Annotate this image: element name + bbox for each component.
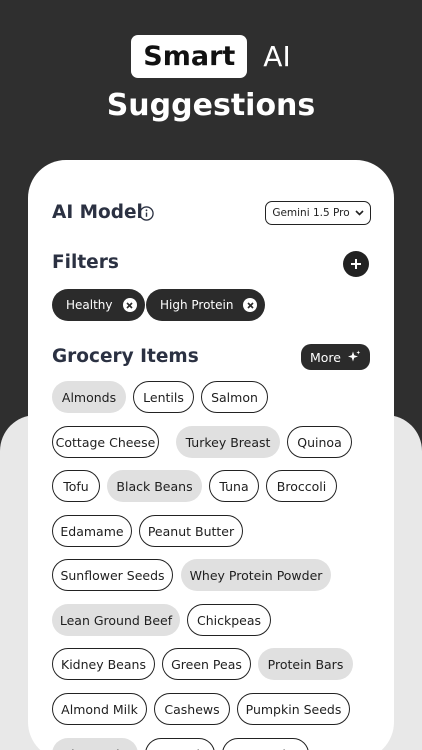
grocery-chip[interactable]: Lean Ground Beef: [52, 604, 180, 636]
grocery-chip[interactable]: Almond Milk: [52, 693, 147, 725]
grocery-chip[interactable]: Turkey Breast: [176, 426, 280, 458]
grocery-chip[interactable]: Tuna: [209, 470, 259, 502]
grocery-chip[interactable]: Black Beans: [107, 470, 202, 502]
grocery-chip[interactable]: Lentils: [133, 381, 194, 413]
grocery-chip[interactable]: Chickpeas: [187, 604, 271, 636]
grocery-chip[interactable]: Cashews: [154, 693, 230, 725]
grocery-chip[interactable]: Sunflower Seeds: [52, 559, 173, 591]
grocery-chip[interactable]: Tofu: [52, 470, 100, 502]
grocery-chip[interactable]: Green Peas: [162, 648, 251, 680]
grocery-chip[interactable]: Pumpkin Seeds: [237, 693, 350, 725]
grocery-chip-list: Almonds Lentils Salmon Cottage Cheese Tu…: [0, 0, 422, 750]
grocery-chip[interactable]: Brown Rice: [222, 738, 309, 750]
grocery-chip[interactable]: Broccoli: [266, 470, 337, 502]
grocery-chip[interactable]: Tempeh: [145, 738, 215, 750]
grocery-chip[interactable]: Salmon: [201, 381, 268, 413]
grocery-chip[interactable]: Peanut Butter: [139, 515, 243, 547]
grocery-chip[interactable]: Edamame: [52, 515, 132, 547]
grocery-chip[interactable]: Cottage Cheese: [52, 426, 159, 458]
grocery-chip[interactable]: Flaxseeds: [52, 738, 138, 750]
grocery-chip[interactable]: Kidney Beans: [52, 648, 155, 680]
grocery-chip[interactable]: Quinoa: [287, 426, 352, 458]
grocery-chip[interactable]: Almonds: [52, 381, 126, 413]
grocery-chip[interactable]: Protein Bars: [258, 648, 353, 680]
grocery-chip[interactable]: Whey Protein Powder: [181, 559, 331, 591]
